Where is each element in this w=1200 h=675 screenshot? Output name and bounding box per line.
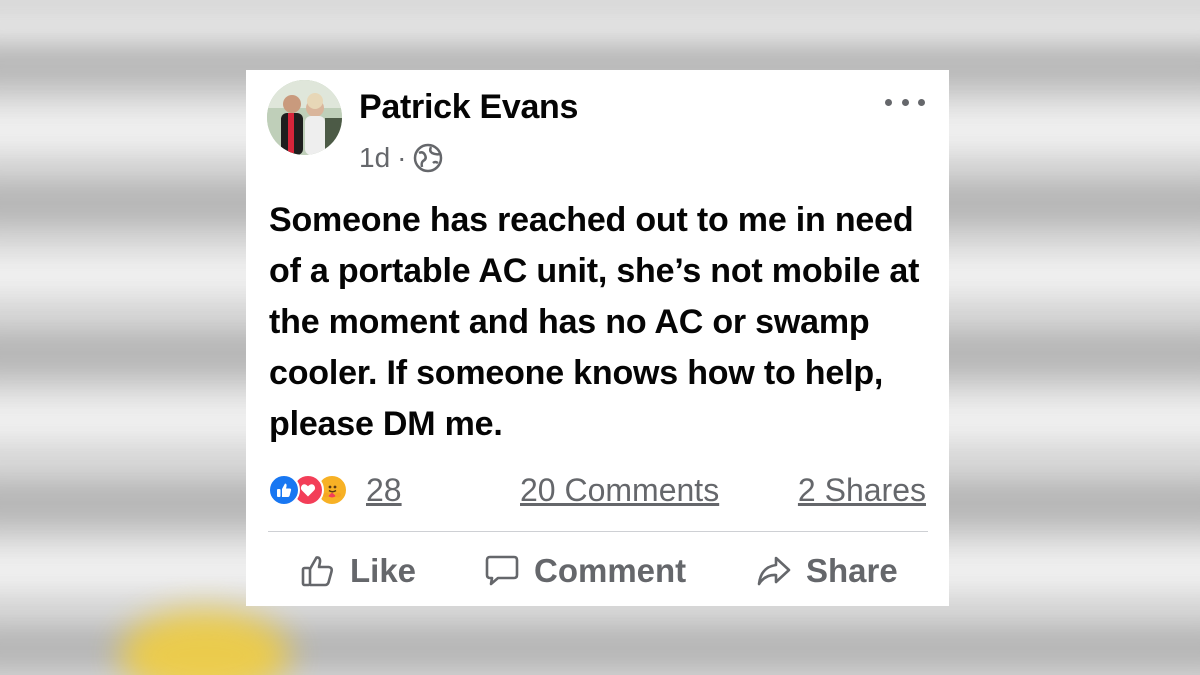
more-options-icon[interactable] bbox=[885, 90, 925, 114]
reaction-icons[interactable] bbox=[268, 474, 360, 508]
reaction-count[interactable]: 28 bbox=[366, 472, 402, 509]
comments-count-link[interactable]: 20 Comments bbox=[520, 472, 719, 509]
divider bbox=[268, 531, 928, 532]
post-action-bar: Like Comment Share bbox=[268, 542, 928, 600]
share-button[interactable]: Share bbox=[756, 542, 898, 600]
facebook-post-card: Patrick Evans 1d · Someone has reached o… bbox=[246, 70, 949, 606]
like-reaction-icon bbox=[268, 474, 300, 506]
author-name[interactable]: Patrick Evans bbox=[359, 88, 578, 127]
like-button[interactable]: Like bbox=[300, 542, 416, 600]
share-button-label: Share bbox=[806, 552, 898, 589]
avatar[interactable] bbox=[267, 80, 342, 155]
comment-button-label: Comment bbox=[534, 552, 687, 589]
share-arrow-icon bbox=[757, 556, 791, 586]
post-body-text: Someone has reached out to me in need of… bbox=[269, 201, 920, 443]
post-timestamp[interactable]: 1d bbox=[359, 142, 390, 174]
post-meta: 1d · bbox=[359, 140, 443, 176]
comment-bubble-icon bbox=[485, 555, 519, 586]
meta-separator: · bbox=[397, 142, 407, 173]
thumbs-up-icon bbox=[301, 556, 333, 587]
globe-icon[interactable] bbox=[413, 143, 443, 173]
comment-button[interactable]: Comment bbox=[484, 542, 686, 600]
reactions-summary: 28 20 Comments 2 Shares bbox=[268, 470, 928, 514]
shares-count-link[interactable]: 2 Shares bbox=[798, 472, 926, 509]
like-button-label: Like bbox=[350, 552, 417, 589]
